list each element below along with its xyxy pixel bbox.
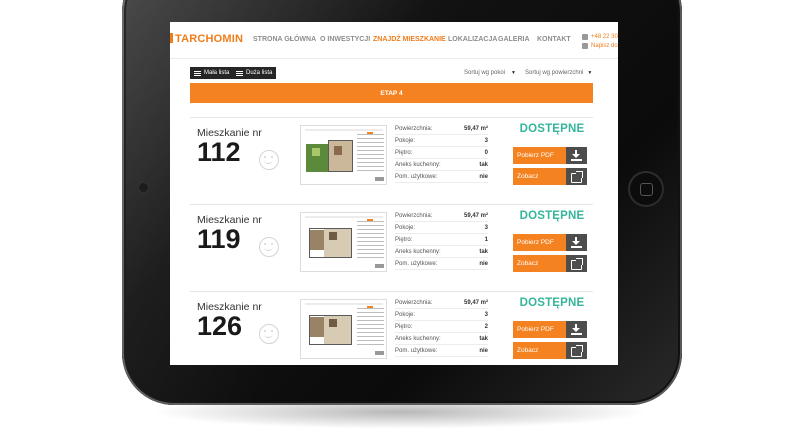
nav-location[interactable]: LOKALIZACJA [448, 36, 497, 43]
status-badge: DOSTĘPNE [519, 297, 585, 309]
list-icon [236, 70, 243, 76]
screen: TARCHOMIN STRONA GŁÓWNA O INWESTYCJI ZNA… [170, 22, 618, 365]
spec-row-area: Powierzchnia: 59,47 m² [395, 297, 488, 309]
nav-contact[interactable]: KONTAKT [537, 36, 571, 43]
floor-plan-thumbnail[interactable] [300, 125, 387, 185]
chevron-down-icon: ▼ [511, 69, 516, 76]
camera-icon [139, 183, 148, 192]
list-icon [194, 70, 201, 76]
spec-row-rooms: Pokoje: 3 [395, 222, 488, 234]
phone-link[interactable]: +48 22 30 [582, 32, 618, 41]
download-icon [566, 147, 587, 164]
phone-icon [582, 33, 588, 40]
spec-row-floor: Piętro: 2 [395, 321, 488, 333]
spec-table: Powierzchnia: 59,47 m² Pokoje: 3 Piętro: 1 … [395, 210, 488, 270]
spec-row-rooms: Pokoje: 3 [395, 135, 488, 147]
external-link-icon [566, 168, 587, 185]
spec-row-area: Powierzchnia: 59,47 m² [395, 123, 488, 135]
logo[interactable]: TARCHOMIN [170, 33, 243, 45]
spec-row-kitchen: Aneks kuchenny: tak [395, 333, 488, 345]
download-icon [566, 321, 587, 338]
email-link[interactable]: Napisz do [582, 41, 618, 50]
stage-header[interactable]: ETAP 4 [190, 83, 593, 103]
apartment-card-119[interactable]: Mieszkanie nr 119 Powierzchnia: 59,47 m² … [190, 204, 593, 288]
smiley-icon [259, 324, 279, 344]
view-button[interactable]: Zobacz [513, 342, 587, 359]
nav-find-apartment[interactable]: ZNAJDŹ MIESZKANIE [373, 36, 446, 43]
large-list-button[interactable]: Duża lista [232, 67, 277, 79]
spec-row-floor: Piętro: 1 [395, 234, 488, 246]
contact-info: +48 22 30 Napisz do [582, 32, 618, 50]
nav-gallery[interactable]: GALERIA [498, 36, 530, 43]
spec-table: Powierzchnia: 59,47 m² Pokoje: 3 Piętro: 2 … [395, 297, 488, 357]
download-pdf-button[interactable]: Pobierz PDF [513, 321, 587, 338]
status-badge: DOSTĘPNE [519, 123, 585, 135]
nav-about[interactable]: O INWESTYCJI [320, 36, 370, 43]
sort-area-select[interactable]: Sortuj wg powierzchni ▼ [521, 66, 594, 79]
floor-plan-thumbnail[interactable] [300, 299, 387, 359]
chevron-down-icon: ▼ [587, 69, 593, 76]
navbar: TARCHOMIN STRONA GŁÓWNA O INWESTYCJI ZNA… [170, 22, 618, 59]
spec-row-rooms: Pokoje: 3 [395, 309, 488, 321]
spec-row-utility: Pom. użytkowe: nie [395, 258, 488, 270]
apartment-card-112[interactable]: Mieszkanie nr 112 Powierzchnia: 59,47 m² … [190, 117, 593, 201]
apartment-number: 112 [197, 137, 241, 167]
apartment-number: 119 [197, 224, 241, 254]
home-button[interactable] [630, 173, 662, 205]
view-button[interactable]: Zobacz [513, 168, 587, 185]
nav-home[interactable]: STRONA GŁÓWNA [253, 36, 316, 43]
external-link-icon [566, 255, 587, 272]
spec-row-area: Powierzchnia: 59,47 m² [395, 210, 488, 222]
spec-row-utility: Pom. użytkowe: nie [395, 345, 488, 357]
download-pdf-button[interactable]: Pobierz PDF [513, 234, 587, 251]
view-button[interactable]: Zobacz [513, 255, 587, 272]
status-badge: DOSTĘPNE [519, 210, 585, 222]
download-icon [566, 234, 587, 251]
apartment-card-126[interactable]: Mieszkanie nr 126 Powierzchnia: 59,47 m² … [190, 291, 593, 365]
spec-row-kitchen: Aneks kuchenny: tak [395, 159, 488, 171]
sort-rooms-select[interactable]: Sortuj wg pokoi ▼ [460, 66, 518, 79]
floor-plan-thumbnail[interactable] [300, 212, 387, 272]
download-pdf-button[interactable]: Pobierz PDF [513, 147, 587, 164]
envelope-icon [582, 42, 588, 49]
external-link-icon [566, 342, 587, 359]
small-list-button[interactable]: Mała lista [190, 67, 234, 79]
spec-row-kitchen: Aneks kuchenny: tak [395, 246, 488, 258]
spec-table: Powierzchnia: 59,47 m² Pokoje: 3 Piętro: 0 … [395, 123, 488, 183]
spec-row-floor: Piętro: 0 [395, 147, 488, 159]
spec-row-utility: Pom. użytkowe: nie [395, 171, 488, 183]
smiley-icon [259, 150, 279, 170]
apartment-number: 126 [197, 311, 243, 341]
smiley-icon [259, 237, 279, 257]
